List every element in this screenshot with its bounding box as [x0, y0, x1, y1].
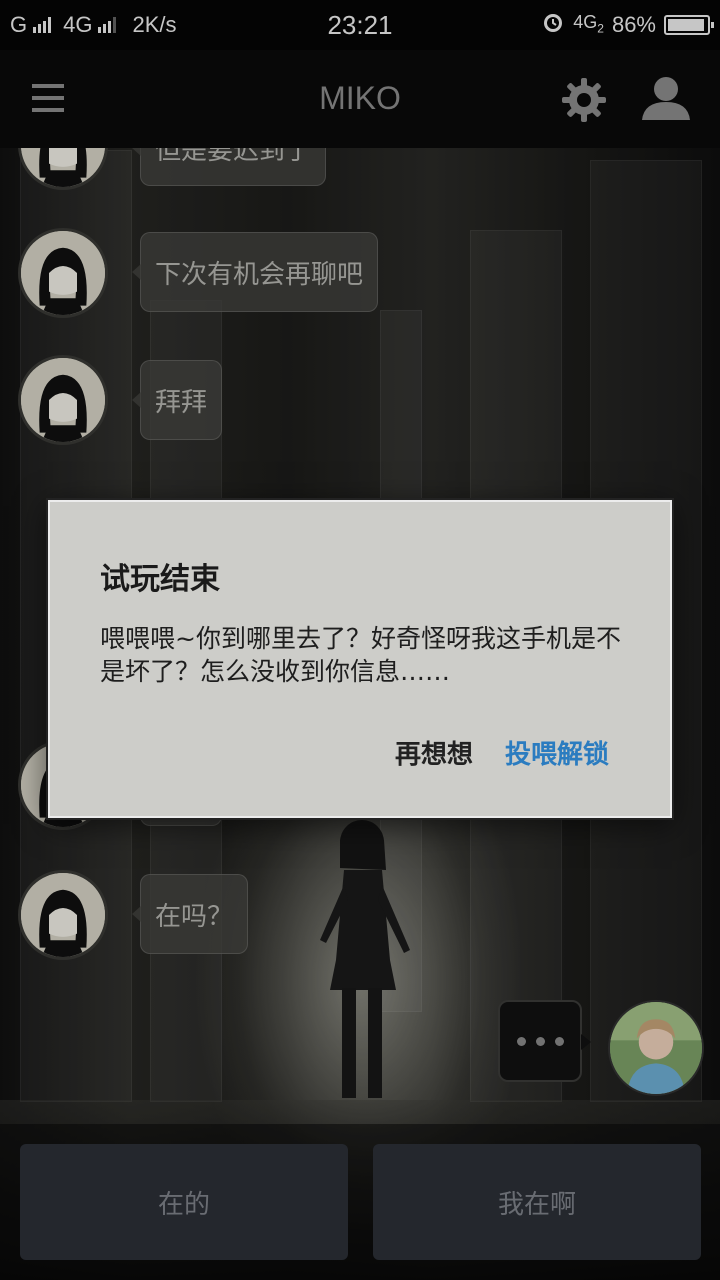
trial-end-dialog: 试玩结束 喂喂喂~你到哪里去了？好奇怪呀我这手机是不是坏了？怎么没收到你信息………: [48, 500, 672, 818]
dialog-title: 试玩结束: [100, 562, 220, 597]
think-again-button[interactable]: 再想想: [395, 734, 473, 771]
unlock-button[interactable]: 投喂解锁: [505, 734, 609, 771]
dialog-message: 喂喂喂~你到哪里去了？好奇怪呀我这手机是不是坏了？怎么没收到你信息……: [100, 624, 621, 686]
